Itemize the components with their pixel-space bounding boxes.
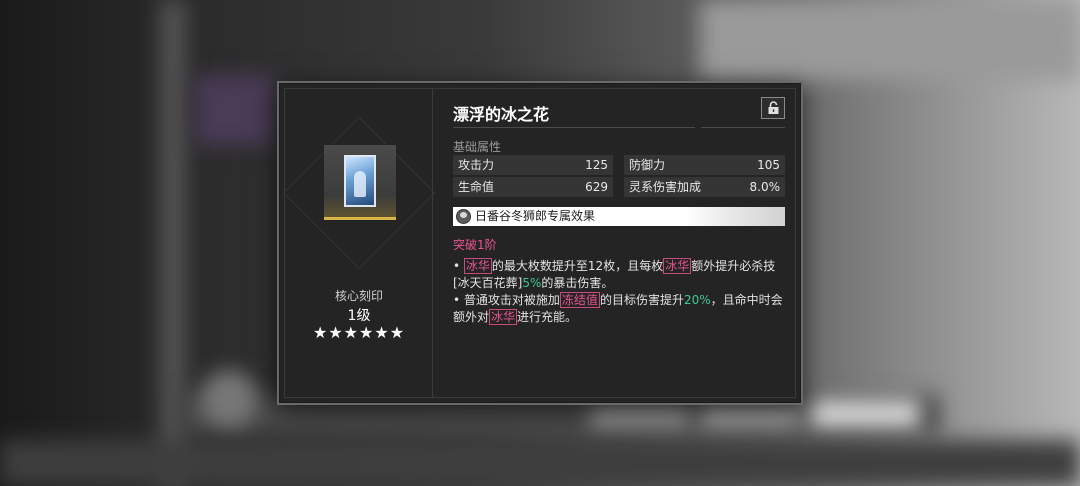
exclusive-effect-header: 日番谷冬狮郎专属效果 <box>453 207 785 226</box>
lock-open-icon <box>768 101 779 114</box>
effect-description-2: • 普通攻击对被施加 冻结值 的目标伤害提升20%，且命中时会额外对 冰华 进行充能。 <box>453 292 785 326</box>
basic-attributes-label: 基础属性 <box>453 140 502 154</box>
stat-value: 8.0% <box>749 180 781 194</box>
effect-text: 普通攻击对被施加 <box>463 293 560 307</box>
title-divider <box>453 127 695 128</box>
keyword-tag[interactable]: 冻结值 <box>559 292 600 308</box>
item-title: 漂浮的冰之花 <box>453 105 550 124</box>
keyword-tag[interactable]: 冰华 <box>489 309 518 325</box>
stat-name: 生命值 <box>458 180 495 194</box>
item-card-thumbnail <box>324 145 396 220</box>
keyword-tag[interactable]: 冰华 <box>663 258 692 274</box>
stat-spirit-damage-bonus: 灵系伤害加成 8.0% <box>624 177 785 197</box>
keyword-tag[interactable]: 冰华 <box>463 258 492 274</box>
title-divider-right <box>701 127 785 128</box>
item-info-column: 漂浮的冰之花 基础属性 攻击力 125 防御力 105 生命值 629 灵系伤害… <box>445 89 795 397</box>
stat-name: 防御力 <box>629 158 666 172</box>
item-detail-panel: 核心刻印 1级 ★★★★★★ 漂浮的冰之花 基础属性 攻击力 125 防御力 1… <box>277 81 803 405</box>
stat-attack: 攻击力 125 <box>453 155 613 175</box>
stat-name: 攻击力 <box>458 158 495 172</box>
effect-percent: 5% <box>522 276 542 290</box>
effect-percent: 20% <box>683 293 711 307</box>
panel-inner-frame: 核心刻印 1级 ★★★★★★ 漂浮的冰之花 基础属性 攻击力 125 防御力 1… <box>282 88 796 398</box>
stat-hp: 生命值 629 <box>453 177 613 197</box>
character-avatar-icon <box>456 209 471 224</box>
effect-text: 的暴击伤害。 <box>541 276 614 290</box>
star-rating: ★★★★★★ <box>312 323 406 342</box>
stat-value: 105 <box>757 158 780 172</box>
stat-value: 125 <box>585 158 608 172</box>
core-level: 1级 <box>347 308 371 324</box>
exclusive-effect-label: 日番谷冬狮郎专属效果 <box>475 209 596 223</box>
stat-defense: 防御力 105 <box>624 155 785 175</box>
lock-button[interactable] <box>761 97 785 119</box>
effect-text: 进行充能。 <box>517 310 578 324</box>
card-artwork <box>344 155 376 207</box>
core-imprint-label: 核心刻印 <box>334 289 383 303</box>
breakthrough-tier: 突破1阶 <box>453 238 497 252</box>
stat-value: 629 <box>585 180 608 194</box>
effect-description-1: • 冰华 的最大枚数提升至12枚，且每枚 冰华 额外提升必杀技[冰天百花葬]5%的暴击… <box>453 258 785 292</box>
stat-name: 灵系伤害加成 <box>629 180 702 194</box>
effect-text: 的最大枚数提升至12枚，且每枚 <box>491 259 664 273</box>
effect-text: 的目标伤害提升 <box>599 293 684 307</box>
bullet: • <box>453 293 461 307</box>
bullet: • <box>453 259 461 273</box>
item-preview-column: 核心刻印 1级 ★★★★★★ <box>282 89 436 397</box>
